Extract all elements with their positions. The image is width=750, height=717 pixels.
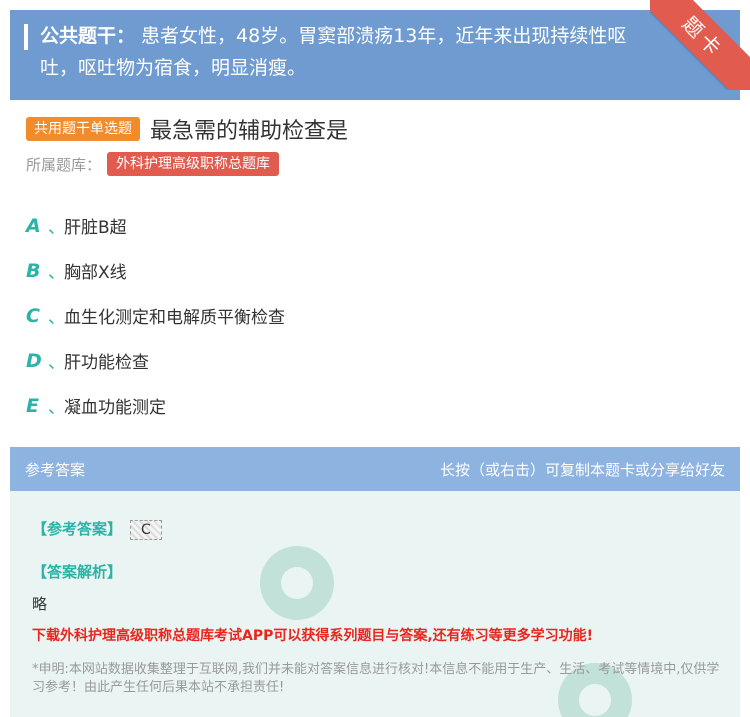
answer-row: 【参考答案】 C bbox=[32, 518, 162, 540]
option-text: 凝血功能测定 bbox=[64, 398, 166, 418]
bank-link[interactable]: 外科护理高级职称总题库 bbox=[107, 152, 280, 176]
option-separator: 、 bbox=[48, 218, 65, 238]
analysis-text: 略 bbox=[32, 595, 48, 613]
stem-label: 公共题干： bbox=[40, 25, 136, 47]
option-letter: C bbox=[26, 304, 40, 327]
download-promo-link[interactable]: 下载外科护理高级职称总题库考试APP可以获得系列题目与答案,还有练习等更多学习功… bbox=[32, 625, 593, 645]
answer-value: C bbox=[130, 519, 162, 540]
option-e[interactable]: E 、 凝血功能测定 bbox=[26, 383, 726, 428]
option-b[interactable]: B 、 胸部X线 bbox=[26, 248, 726, 293]
option-letter: D bbox=[26, 349, 42, 372]
option-separator: 、 bbox=[48, 308, 65, 328]
option-d[interactable]: D 、 肝功能检查 bbox=[26, 338, 726, 383]
answer-body: 【参考答案】 C 【答案解析】 略 下载外科护理高级职称总题库考试APP可以获得系… bbox=[10, 491, 740, 717]
bank-label: 所属题库： bbox=[26, 155, 102, 174]
question-type-badge: 共用题干单选题 bbox=[26, 117, 140, 141]
option-separator: 、 bbox=[48, 398, 65, 418]
option-text: 肝脏B超 bbox=[64, 218, 127, 238]
option-text: 胸部X线 bbox=[64, 263, 127, 283]
option-letter: A bbox=[26, 214, 41, 237]
option-text: 肝功能检查 bbox=[64, 353, 149, 373]
answer-tag: 【参考答案】 bbox=[32, 520, 123, 538]
corner-ribbon: 题卡 bbox=[650, 0, 750, 90]
option-letter: B bbox=[26, 259, 41, 282]
share-hint: 长按（或右击）可复制本题卡或分享给好友 bbox=[439, 460, 725, 479]
answer-header-title: 参考答案 bbox=[25, 460, 86, 479]
option-text: 血生化测定和电解质平衡检查 bbox=[64, 308, 285, 328]
options-list: A 、 肝脏B超 B 、 胸部X线 C 、 血生化测定和电解质平衡检查 D 、 … bbox=[26, 203, 726, 428]
question-stem: 公共题干： 患者女性，48岁。胃窦部溃疡13年，近年来出现持续性呕吐，呕吐物为宿食… bbox=[10, 10, 740, 100]
option-a[interactable]: A 、 肝脏B超 bbox=[26, 203, 726, 248]
disclaimer: *申明:本网站数据收集整理于互联网,我们并未能对答案信息进行核对!本信息不能用于… bbox=[32, 662, 720, 695]
answer-header: 参考答案 长按（或右击）可复制本题卡或分享给好友 bbox=[10, 447, 740, 491]
option-separator: 、 bbox=[48, 263, 65, 283]
question-header: 共用题干单选题 最急需的辅助检查是 bbox=[26, 113, 348, 145]
ribbon-label: 题卡 bbox=[650, 0, 750, 90]
analysis-tag: 【答案解析】 bbox=[32, 563, 123, 581]
question-title: 最急需的辅助检查是 bbox=[150, 119, 349, 144]
option-c[interactable]: C 、 血生化测定和电解质平衡检查 bbox=[26, 293, 726, 338]
analysis-row: 【答案解析】 bbox=[32, 561, 122, 582]
watermark-logo-icon bbox=[260, 546, 334, 620]
option-separator: 、 bbox=[48, 353, 65, 373]
option-letter: E bbox=[26, 394, 39, 417]
question-bank: 所属题库： 外科护理高级职称总题库 bbox=[26, 152, 280, 176]
